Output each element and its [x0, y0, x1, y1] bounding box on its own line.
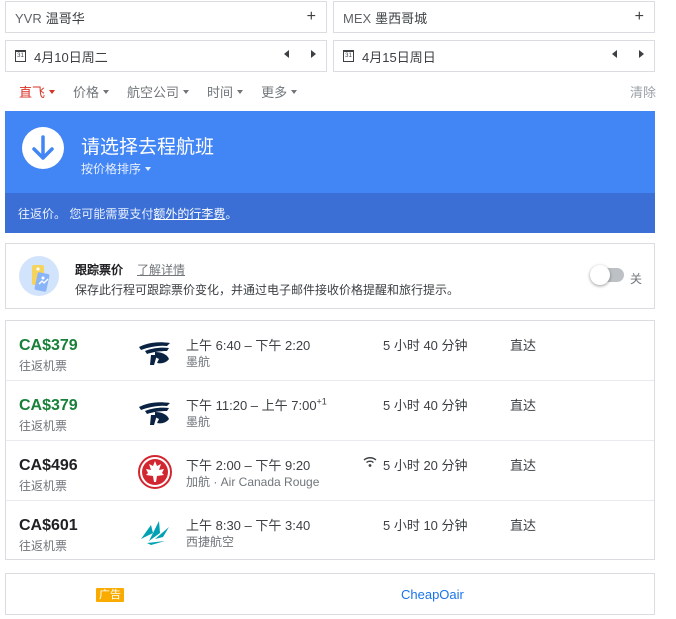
- origin-code: YVR: [15, 10, 42, 26]
- price-type: 往返机票: [19, 539, 68, 553]
- flight-times: 上午 8:30 – 下午 3:40: [186, 518, 311, 533]
- destination-field[interactable]: MEX 墨西哥城 +: [333, 1, 655, 33]
- sort-dropdown[interactable]: 按价格排序: [81, 160, 152, 177]
- chevron-down-icon: [145, 167, 152, 171]
- destination-city: 墨西哥城: [375, 10, 428, 26]
- page-title: 请选择去程航班: [81, 137, 215, 158]
- next-date-icon[interactable]: [311, 50, 316, 58]
- flight-row[interactable]: CA$496 往返机票 下午 2:00 – 下午 9:20 加航 · Air C…: [6, 441, 654, 501]
- price-tracking-card: 跟踪票价 了解详情 保存此行程可跟踪票价变化，并通过电子邮件接收价格提醒和旅行提…: [5, 243, 655, 309]
- prev-date-icon[interactable]: [612, 50, 617, 58]
- airline-name: 加航 · Air Canada Rouge: [186, 475, 320, 489]
- aeromexico-logo-icon: [139, 342, 170, 365]
- flight-price: CA$379: [19, 337, 78, 354]
- price-tag-icon: [19, 256, 59, 296]
- next-date-icon[interactable]: [639, 50, 644, 58]
- return-date-field[interactable]: 31 4月15日周日: [333, 40, 655, 72]
- ad-row[interactable]: 广告 CheapOair: [5, 573, 655, 615]
- flight-row[interactable]: CA$379 往返机票 上午 6:40 – 下午 2:20 墨航 5 小时 40…: [6, 321, 654, 381]
- select-flight-banner: 请选择去程航班 按价格排序: [5, 111, 655, 193]
- chevron-down-icon: [237, 89, 244, 94]
- flight-price: CA$601: [19, 517, 78, 534]
- flight-times: 下午 2:00 – 下午 9:20: [186, 458, 311, 473]
- add-destination-icon[interactable]: +: [635, 8, 644, 26]
- chevron-down-icon: [103, 89, 110, 94]
- track-prices-title: 跟踪票价: [75, 263, 124, 277]
- filter-airline[interactable]: 航空公司: [127, 82, 190, 100]
- flight-results-list: CA$379 往返机票 上午 6:40 – 下午 2:20 墨航 5 小时 40…: [5, 320, 655, 560]
- ad-badge: 广告: [96, 588, 124, 602]
- westjet-logo-icon: [141, 521, 169, 545]
- flight-times: 下午 11:20 – 上午 7:00+1: [186, 396, 327, 413]
- advertiser-link[interactable]: CheapOair: [401, 587, 464, 602]
- flight-stops: 直达: [510, 458, 537, 473]
- price-type: 往返机票: [19, 479, 68, 493]
- flight-duration: 5 小时 20 分钟: [383, 458, 468, 473]
- origin-field[interactable]: YVR 温哥华 +: [5, 1, 327, 33]
- baggage-fees-link[interactable]: 额外的行李费: [153, 207, 225, 221]
- filter-nonstop[interactable]: 直飞: [19, 82, 56, 100]
- flight-row[interactable]: CA$379 往返机票 下午 11:20 – 上午 7:00+1 墨航 5 小时…: [6, 381, 654, 441]
- wifi-icon: [363, 457, 377, 467]
- filter-price[interactable]: 价格: [73, 82, 110, 100]
- flight-price: CA$496: [19, 457, 78, 474]
- calendar-icon: 31: [15, 50, 26, 62]
- add-origin-icon[interactable]: +: [307, 8, 316, 26]
- toggle-state-label: 关: [629, 272, 642, 286]
- flight-stops: 直达: [510, 398, 537, 413]
- depart-date-field[interactable]: 31 4月10日周二: [5, 40, 327, 72]
- track-prices-description: 保存此行程可跟踪票价变化，并通过电子邮件接收价格提醒和旅行提示。: [75, 283, 460, 297]
- toggle-knob: [590, 265, 610, 285]
- prev-date-icon[interactable]: [284, 50, 289, 58]
- depart-date: 4月10日周二: [34, 49, 108, 65]
- flight-stops: 直达: [510, 518, 537, 533]
- airline-name: 墨航: [186, 415, 211, 429]
- clear-filters-button[interactable]: 清除: [630, 82, 656, 101]
- chevron-down-icon: [291, 89, 298, 94]
- learn-more-link[interactable]: 了解详情: [137, 261, 185, 278]
- chevron-down-icon: [183, 89, 190, 94]
- aeromexico-logo-icon: [139, 402, 170, 425]
- destination-code: MEX: [343, 10, 372, 26]
- price-type: 往返机票: [19, 419, 68, 433]
- filter-time[interactable]: 时间: [207, 82, 244, 100]
- flight-duration: 5 小时 40 分钟: [383, 398, 468, 413]
- calendar-icon: 31: [343, 50, 354, 62]
- flight-row[interactable]: CA$601 往返机票 上午 8:30 – 下午 3:40 西捷航空 5 小时 …: [6, 501, 654, 561]
- chevron-down-icon: [49, 89, 56, 94]
- flight-stops: 直达: [510, 338, 537, 353]
- filter-more[interactable]: 更多: [261, 82, 298, 100]
- origin-city: 温哥华: [45, 10, 85, 26]
- price-type: 往返机票: [19, 359, 68, 373]
- filter-bar: 直飞 价格 航空公司 时间 更多 清除: [19, 82, 656, 101]
- airline-name: 墨航: [186, 355, 211, 369]
- air-canada-logo-icon: [138, 455, 172, 489]
- airline-name: 西捷航空: [186, 535, 235, 549]
- return-date: 4月15日周日: [362, 49, 436, 65]
- flight-duration: 5 小时 40 分钟: [383, 338, 468, 353]
- flight-times: 上午 6:40 – 下午 2:20: [186, 338, 311, 353]
- flight-duration: 5 小时 10 分钟: [383, 518, 468, 533]
- flight-price: CA$379: [19, 397, 78, 414]
- track-prices-toggle[interactable]: [590, 265, 624, 285]
- arrow-down-icon: [22, 127, 64, 169]
- price-note: 往返价。 您可能需要支付额外的行李费。: [5, 193, 655, 233]
